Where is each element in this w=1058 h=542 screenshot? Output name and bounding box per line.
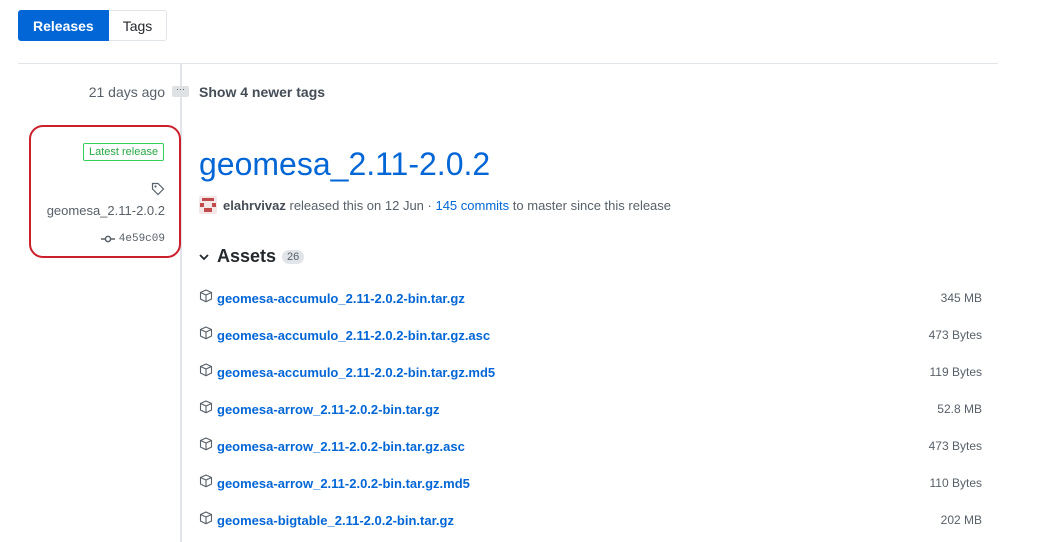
asset-link[interactable]: geomesa-accumulo_2.11-2.0.2-bin.tar.gz.m…: [217, 365, 495, 380]
commit-icon: [100, 230, 115, 248]
asset-row: geomesa-arrow_2.11-2.0.2-bin.tar.gz.asc 4…: [199, 436, 982, 456]
assets-count: 26: [282, 249, 305, 264]
package-icon: [199, 362, 213, 382]
avatar[interactable]: [199, 196, 217, 214]
commit-hash: 4e59c09: [118, 233, 165, 245]
time-ago: 21 days ago: [88, 84, 165, 100]
asset-row: geomesa-accumulo_2.11-2.0.2-bin.tar.gz.m…: [199, 362, 982, 382]
asset-link[interactable]: geomesa-bigtable_2.11-2.0.2-bin.tar.gz: [217, 513, 454, 528]
package-icon: [199, 436, 213, 456]
asset-link[interactable]: geomesa-accumulo_2.11-2.0.2-bin.tar.gz.a…: [217, 328, 490, 343]
asset-size: 345 MB: [940, 291, 982, 305]
sidebar-tag-link[interactable]: geomesa_2.11-2.0.2: [40, 203, 165, 218]
author-link[interactable]: elahrvivaz: [223, 198, 286, 213]
asset-link[interactable]: geomesa-arrow_2.11-2.0.2-bin.tar.gz: [217, 402, 440, 417]
asset-size: 110 Bytes: [929, 476, 982, 490]
chevron-down-icon: [199, 248, 209, 266]
asset-row: geomesa-accumulo_2.11-2.0.2-bin.tar.gz.a…: [199, 325, 982, 345]
asset-size: 202 MB: [940, 513, 982, 527]
asset-size: 473 Bytes: [928, 439, 982, 453]
asset-link[interactable]: geomesa-arrow_2.11-2.0.2-bin.tar.gz.md5: [217, 476, 470, 491]
package-icon: [199, 510, 213, 530]
commits-suffix: to master since this release: [509, 197, 672, 213]
tag-icon: [151, 182, 165, 201]
assets-label: Assets: [217, 246, 277, 266]
tab-tags[interactable]: Tags: [108, 10, 168, 41]
assets-toggle[interactable]: Assets 26: [199, 246, 305, 267]
asset-row: geomesa-arrow_2.11-2.0.2-bin.tar.gz.md5 1…: [199, 473, 982, 493]
asset-size: 52.8 MB: [937, 402, 982, 416]
asset-link[interactable]: geomesa-accumulo_2.11-2.0.2-bin.tar.gz: [217, 291, 465, 306]
ellipsis-icon: ···: [172, 85, 189, 97]
asset-size: 473 Bytes: [928, 328, 982, 342]
asset-row: geomesa-arrow_2.11-2.0.2-bin.tar.gz 52.8 …: [199, 399, 982, 419]
package-icon: [199, 473, 213, 493]
release-meta: elahrvivaz released this on 12 Jun · 145…: [199, 196, 671, 214]
asset-link[interactable]: geomesa-arrow_2.11-2.0.2-bin.tar.gz.asc: [217, 439, 465, 454]
tab-releases[interactable]: Releases: [18, 10, 109, 41]
divider: [18, 63, 998, 64]
commits-link[interactable]: 145 commits: [435, 198, 509, 213]
released-text: released this on 12 Jun ·: [285, 197, 436, 213]
release-tabs: Releases Tags: [18, 10, 168, 41]
package-icon: [199, 399, 213, 419]
asset-row: geomesa-accumulo_2.11-2.0.2-bin.tar.gz 34…: [199, 288, 982, 308]
package-icon: [199, 288, 213, 308]
release-title-link[interactable]: geomesa_2.11-2.0.2: [199, 146, 490, 183]
sidebar-commit-link[interactable]: 4e59c09: [100, 230, 165, 248]
latest-release-badge: Latest release: [83, 143, 165, 161]
asset-row: geomesa-bigtable_2.11-2.0.2-bin.tar.gz 20…: [199, 510, 982, 530]
package-icon: [199, 325, 213, 345]
show-newer-tags-link[interactable]: Show 4 newer tags: [199, 84, 325, 100]
asset-size: 119 Bytes: [929, 365, 982, 379]
